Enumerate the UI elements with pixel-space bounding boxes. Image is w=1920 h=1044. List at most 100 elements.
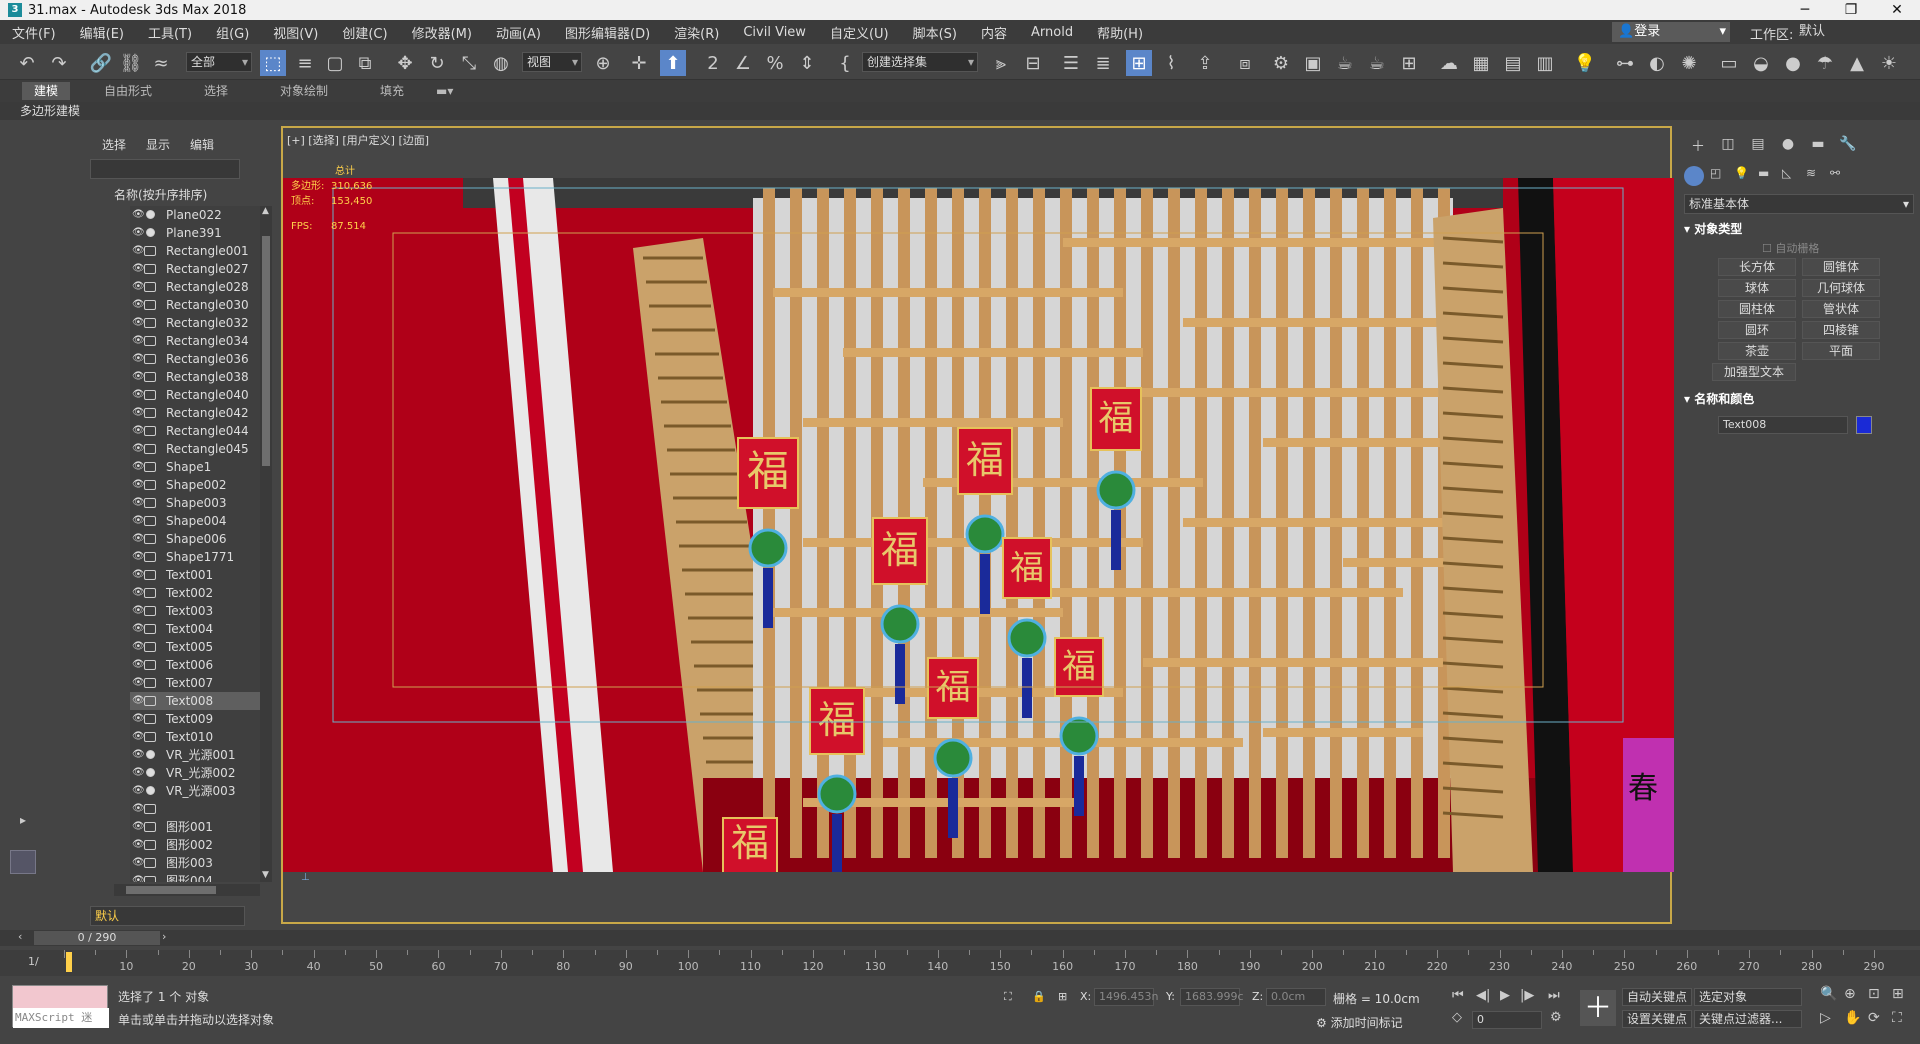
auto-key-button[interactable]: 自动关键点 [1622, 988, 1693, 1006]
vray-ies-icon[interactable]: ◐ [1644, 50, 1670, 76]
visibility-icon[interactable]: 👁 [132, 440, 145, 458]
field-of-view-icon[interactable]: ▷ [1820, 1010, 1831, 1026]
visibility-icon[interactable]: 👁 [132, 278, 145, 296]
visibility-icon[interactable]: 👁 [132, 620, 145, 638]
visibility-icon[interactable]: 👁 [132, 566, 145, 584]
visibility-icon[interactable]: 👁 [132, 494, 145, 512]
se-tab-edit[interactable]: 编辑 [190, 136, 214, 153]
visibility-icon[interactable]: 👁 [132, 692, 145, 710]
align-icon[interactable]: ⊟ [1020, 50, 1046, 76]
light-lister-icon[interactable]: 💡 [1572, 50, 1598, 76]
vray-mesh-icon[interactable]: ▲ [1844, 50, 1870, 76]
selection-filter-dropdown[interactable]: 全部 [186, 52, 252, 72]
torus-button[interactable]: 圆环 [1718, 321, 1796, 339]
scene-list-item[interactable]: 👁 Shape003 [130, 494, 260, 512]
scene-list-item[interactable]: 👁 Rectangle028 [130, 278, 260, 296]
visibility-icon[interactable]: 👁 [132, 314, 145, 332]
visibility-icon[interactable]: 👁 [132, 638, 145, 656]
menu-help[interactable]: 帮助(H) [1085, 23, 1155, 42]
object-type-rollout[interactable]: 对象类型 [1684, 220, 1914, 238]
visibility-icon[interactable]: 👁 [132, 674, 145, 692]
scene-list-item[interactable]: 👁 Plane391 [130, 224, 260, 242]
helpers-icon[interactable]: ◺ [1782, 166, 1791, 180]
link-icon[interactable]: 🔗 [88, 50, 114, 76]
ribbon-tab-object-paint[interactable]: 对象绘制 [268, 82, 340, 100]
scene-list-item[interactable]: 👁 Rectangle045 [130, 440, 260, 458]
utilities-tab-icon[interactable]: 🔧 [1838, 136, 1858, 156]
display-tab-icon[interactable]: ▬ [1808, 136, 1828, 156]
create-tab-icon[interactable]: ＋ [1688, 136, 1708, 156]
scene-list-hscrollbar[interactable] [114, 884, 260, 896]
visibility-icon[interactable]: 👁 [132, 422, 145, 440]
pan-icon[interactable]: ✋ [1844, 1010, 1861, 1026]
scene-list-item[interactable]: 👁 [130, 800, 260, 818]
select-manipulate-icon[interactable]: ✛ [626, 50, 652, 76]
visibility-icon[interactable]: 👁 [132, 206, 145, 224]
scene-list-item[interactable]: 👁 Text001 [130, 566, 260, 584]
scene-list-header[interactable]: 名称(按升序排序) [90, 186, 275, 204]
schematic-view-icon[interactable]: ⇪ [1192, 50, 1218, 76]
scene-list-item[interactable]: 👁 Text008 [130, 692, 260, 710]
bind-spacewarp-icon[interactable]: ≈ [148, 50, 174, 76]
sphere-button[interactable]: 球体 [1718, 279, 1796, 297]
se-tab-select[interactable]: 选择 [102, 136, 126, 153]
textplus-button[interactable]: 加强型文本 [1712, 363, 1796, 381]
menu-views[interactable]: 视图(V) [261, 23, 330, 42]
scene-list-item[interactable]: 👁 Rectangle030 [130, 296, 260, 314]
restore-icon[interactable]: ❐ [1828, 0, 1874, 20]
visibility-icon[interactable]: 👁 [132, 854, 145, 872]
scene-list-item[interactable]: 👁 Text007 [130, 674, 260, 692]
visibility-icon[interactable]: 👁 [132, 800, 145, 818]
vray-icon-b[interactable]: ▥ [1532, 50, 1558, 76]
vray-sun-icon[interactable]: ☀ [1876, 50, 1902, 76]
scene-list-item[interactable]: 👁 Text009 [130, 710, 260, 728]
track-bar[interactable]: 1/ 10 20 30 40 50 60 70 80 90 100 110 120 130 140 150 1… [0, 950, 1920, 976]
next-frame-icon[interactable]: |▶ [1520, 988, 1534, 1003]
visibility-icon[interactable]: 👁 [132, 818, 145, 836]
visibility-icon[interactable]: 👁 [132, 242, 145, 260]
ribbon-tab-freeform[interactable]: 自由形式 [92, 82, 164, 100]
cone-button[interactable]: 圆锥体 [1802, 258, 1880, 276]
menu-content[interactable]: 内容 [969, 23, 1019, 42]
visibility-icon[interactable]: 👁 [132, 260, 145, 278]
toggle-ribbon-icon[interactable]: ≣ [1090, 50, 1116, 76]
material-editor-icon[interactable]: ⧈ [1232, 50, 1258, 76]
object-color-swatch[interactable] [1856, 416, 1872, 434]
scene-list-item[interactable]: 👁 Rectangle027 [130, 260, 260, 278]
visibility-icon[interactable]: 👁 [132, 728, 145, 746]
scene-list-item[interactable]: 👁 图形002 [130, 836, 260, 854]
vray-icon-a[interactable]: ▤ [1500, 50, 1526, 76]
menu-civil-view[interactable]: Civil View [731, 25, 818, 40]
visibility-icon[interactable]: 👁 [132, 584, 145, 602]
keyboard-shortcut-icon[interactable]: ⬆ [660, 50, 686, 76]
viewport-scene[interactable]: 福福福福福福福福福春 [283, 178, 1674, 872]
scene-explorer-icon[interactable]: ⊞ [1126, 50, 1152, 76]
menu-arnold[interactable]: Arnold [1019, 25, 1085, 40]
menu-customize[interactable]: 自定义(U) [818, 23, 901, 42]
minimize-icon[interactable]: ─ [1782, 0, 1828, 20]
menu-group[interactable]: 组(G) [204, 23, 261, 42]
modify-tab-icon[interactable]: ◫ [1718, 136, 1738, 156]
scrollbar-thumb[interactable] [262, 236, 270, 466]
ribbon-tab-populate[interactable]: 填充 [368, 82, 416, 100]
scene-list-item[interactable]: 👁 Plane022 [130, 206, 260, 224]
visibility-icon[interactable]: 👁 [132, 836, 145, 854]
visibility-icon[interactable]: 👁 [132, 872, 145, 882]
set-key-icon[interactable]: ＋ [1580, 990, 1616, 1026]
arnold-icon[interactable]: ⊞ [1396, 50, 1422, 76]
scene-list-item[interactable]: 👁 VR_光源003 [130, 782, 260, 800]
mirror-icon[interactable]: ⫸ [988, 50, 1014, 76]
cameras-icon[interactable]: ▬ [1758, 166, 1769, 180]
visibility-icon[interactable]: 👁 [132, 602, 145, 620]
time-prev-icon[interactable]: ‹ [18, 930, 22, 943]
menu-create[interactable]: 创建(C) [330, 23, 399, 42]
vray-proxy-icon[interactable]: ◒ [1748, 50, 1774, 76]
go-to-start-icon[interactable]: ⏮ [1452, 988, 1464, 1003]
visibility-icon[interactable]: 👁 [132, 476, 145, 494]
scene-list-item[interactable]: 👁 Rectangle042 [130, 404, 260, 422]
play-icon[interactable]: ▶ [1500, 988, 1510, 1003]
geosphere-button[interactable]: 几何球体 [1802, 279, 1880, 297]
expand-icon[interactable]: ▸ [20, 813, 26, 827]
snaps-toggle-icon[interactable]: 2 [700, 50, 726, 76]
visibility-icon[interactable]: 👁 [132, 512, 145, 530]
